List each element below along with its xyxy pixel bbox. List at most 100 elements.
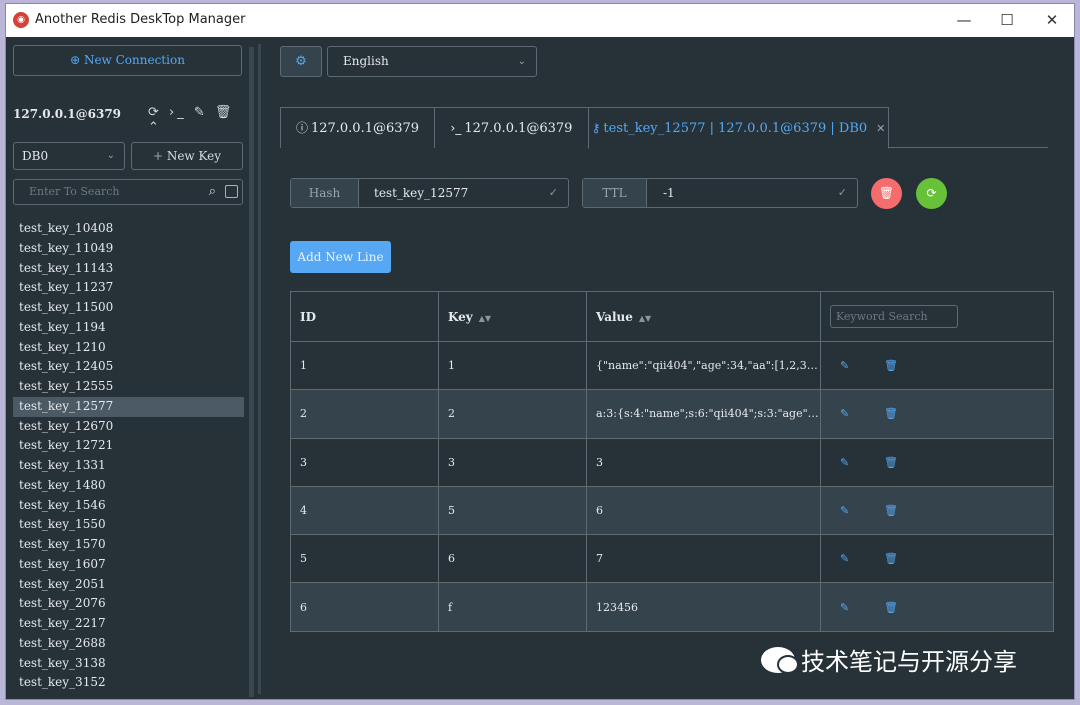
close-window-button[interactable]: ✕ (1037, 10, 1067, 30)
key-list-item[interactable]: test_key_12405 (13, 357, 244, 377)
key-list-item[interactable]: test_key_1546 (13, 496, 244, 516)
key-name-input[interactable]: test_key_12577 (374, 179, 468, 207)
tab-console[interactable]: ›_ 127.0.0.1@6379 (434, 107, 589, 148)
key-list-item[interactable]: test_key_1607 (13, 555, 244, 575)
sort-icon[interactable]: ▲▼ (639, 314, 651, 323)
exact-search-checkbox[interactable] (225, 185, 238, 198)
ttl-field: TTL -1 ✓ (582, 178, 858, 208)
edit-icon[interactable]: ✎ (830, 359, 874, 372)
check-icon[interactable]: ✓ (549, 179, 558, 207)
new-connection-button[interactable]: ⊕ New Connection (13, 45, 242, 76)
key-list-item[interactable]: test_key_3138 (13, 654, 244, 674)
delete-key-button[interactable]: 🗑 (871, 178, 902, 209)
tab-key-detail[interactable]: ⚷ test_key_12577 | 127.0.0.1@6379 | DB0 ✕ (588, 107, 889, 149)
tab-label: 127.0.0.1@6379 (464, 121, 573, 136)
edit-icon[interactable]: ✎ (830, 552, 874, 565)
sidebar-scrollbar[interactable] (249, 47, 254, 697)
key-list-item[interactable]: test_key_10408 (13, 219, 244, 239)
terminal-icon: ›_ (450, 121, 462, 135)
header-value[interactable]: Value ▲▼ (586, 291, 821, 342)
gear-icon: ⚙ (295, 54, 307, 69)
trash-icon[interactable]: 🗑 (874, 359, 918, 372)
settings-button[interactable]: ⚙ (280, 46, 322, 77)
cell-value: 123456 (586, 582, 821, 632)
new-key-label: New Key (166, 149, 222, 163)
info-icon: ⓘ (295, 121, 308, 135)
cell-value: 6 (586, 485, 821, 536)
key-list-item[interactable]: test_key_12670 (13, 417, 244, 437)
table-row: 4 5 6 ✎ 🗑 (290, 485, 1054, 536)
trash-icon[interactable]: 🗑 (874, 504, 918, 517)
cell-key: 3 (438, 437, 587, 487)
tab-connection-info[interactable]: ⓘ 127.0.0.1@6379 (280, 107, 435, 148)
key-list-item[interactable]: test_key_1570 (13, 535, 244, 555)
check-icon[interactable]: ✓ (838, 179, 847, 207)
keyword-search-input[interactable]: Keyword Search (830, 305, 958, 328)
key-icon: ⚷ (591, 121, 601, 135)
trash-icon[interactable]: 🗑 (874, 552, 918, 565)
refresh-key-button[interactable]: ⟳ (916, 178, 947, 209)
edit-icon[interactable]: ✎ (830, 456, 874, 469)
ttl-input[interactable]: -1 (663, 179, 675, 207)
cell-value: a:3:{s:4:"name";s:6:"qii404";s:3:"age";i… (586, 389, 821, 439)
header-id: ID (290, 291, 439, 342)
key-search-input[interactable]: Enter To Search ⌕ (13, 179, 243, 205)
key-list-item[interactable]: test_key_11237 (13, 278, 244, 298)
refresh-icon: ⟳ (926, 186, 937, 200)
sort-icon[interactable]: ▲▼ (479, 314, 491, 323)
cell-id: 5 (290, 534, 439, 584)
hash-table: ID Key ▲▼ Value ▲▼ Keyword Search 1 1 {"name… (290, 291, 1054, 632)
key-list-item[interactable]: test_key_3152 (13, 673, 244, 693)
cell-id: 1 (290, 340, 439, 391)
header-value-label: Value (596, 309, 633, 324)
main-panel: ⚙ English ⌄ ⓘ 127.0.0.1@6379 ›_ 127.0.0.1@… (264, 37, 1074, 699)
chevron-down-icon: ⌄ (517, 56, 526, 67)
key-list-item[interactable]: test_key_1550 (13, 515, 244, 535)
key-list-item[interactable]: test_key_11143 (13, 259, 244, 279)
key-list-item[interactable]: test_key_1480 (13, 476, 244, 496)
trash-icon[interactable]: 🗑 (874, 601, 918, 614)
wechat-icon (761, 647, 797, 673)
add-new-line-button[interactable]: Add New Line (290, 241, 391, 273)
connection-toolbar-icons[interactable]: ⟳ ›_ ✎ 🗑 ⌃ (148, 105, 254, 135)
edit-icon[interactable]: ✎ (830, 601, 874, 614)
key-list-item[interactable]: test_key_2217 (13, 614, 244, 634)
app-window: ◉ Another Redis DeskTop Manager — ☐ ✕ ⊕ … (5, 3, 1075, 700)
chevron-down-icon: ⌄ (106, 150, 115, 161)
key-list-item[interactable]: test_key_2051 (13, 575, 244, 595)
key-list-item[interactable]: test_key_1331 (13, 456, 244, 476)
search-icon[interactable]: ⌕ (209, 180, 216, 204)
key-list-item[interactable]: test_key_12721 (13, 436, 244, 456)
trash-icon[interactable]: 🗑 (874, 407, 918, 420)
cell-id: 2 (290, 389, 439, 439)
header-search: Keyword Search (820, 291, 1054, 342)
key-list-item[interactable]: test_key_11049 (13, 239, 244, 259)
close-tab-icon[interactable]: ✕ (876, 122, 885, 135)
key-list-item[interactable]: test_key_12555 (13, 377, 244, 397)
minimize-button[interactable]: — (949, 10, 979, 30)
key-list-item[interactable]: test_key_1194 (13, 318, 244, 338)
key-list-item[interactable]: test_key_2076 (13, 594, 244, 614)
language-select[interactable]: English ⌄ (327, 46, 537, 77)
cell-operations: ✎ 🗑 (820, 437, 1054, 487)
key-list-item[interactable]: test_key_2688 (13, 634, 244, 654)
panel-splitter[interactable] (258, 44, 261, 694)
connection-name[interactable]: 127.0.0.1@6379 (13, 107, 121, 121)
table-row: 5 6 7 ✎ 🗑 (290, 534, 1054, 584)
key-list-item[interactable]: test_key_12577 (13, 396, 244, 417)
maximize-button[interactable]: ☐ (992, 10, 1022, 30)
cell-operations: ✎ 🗑 (820, 389, 1054, 439)
header-key[interactable]: Key ▲▼ (438, 291, 587, 342)
db-select[interactable]: DB0 ⌄ (13, 142, 125, 170)
key-list-item[interactable]: test_key_1210 (13, 338, 244, 358)
edit-icon[interactable]: ✎ (830, 407, 874, 420)
key-name-field: Hash test_key_12577 ✓ (290, 178, 569, 208)
edit-icon[interactable]: ✎ (830, 504, 874, 517)
trash-icon[interactable]: 🗑 (874, 456, 918, 469)
cell-operations: ✎ 🗑 (820, 534, 1054, 584)
key-list-item[interactable]: test_key_11500 (13, 298, 244, 318)
new-key-button[interactable]: + New Key (131, 142, 243, 170)
title-bar: ◉ Another Redis DeskTop Manager — ☐ ✕ (6, 4, 1074, 37)
cell-key: 5 (438, 485, 587, 536)
key-list: test_key_10408 test_key_11049 test_key_111… (13, 219, 244, 693)
